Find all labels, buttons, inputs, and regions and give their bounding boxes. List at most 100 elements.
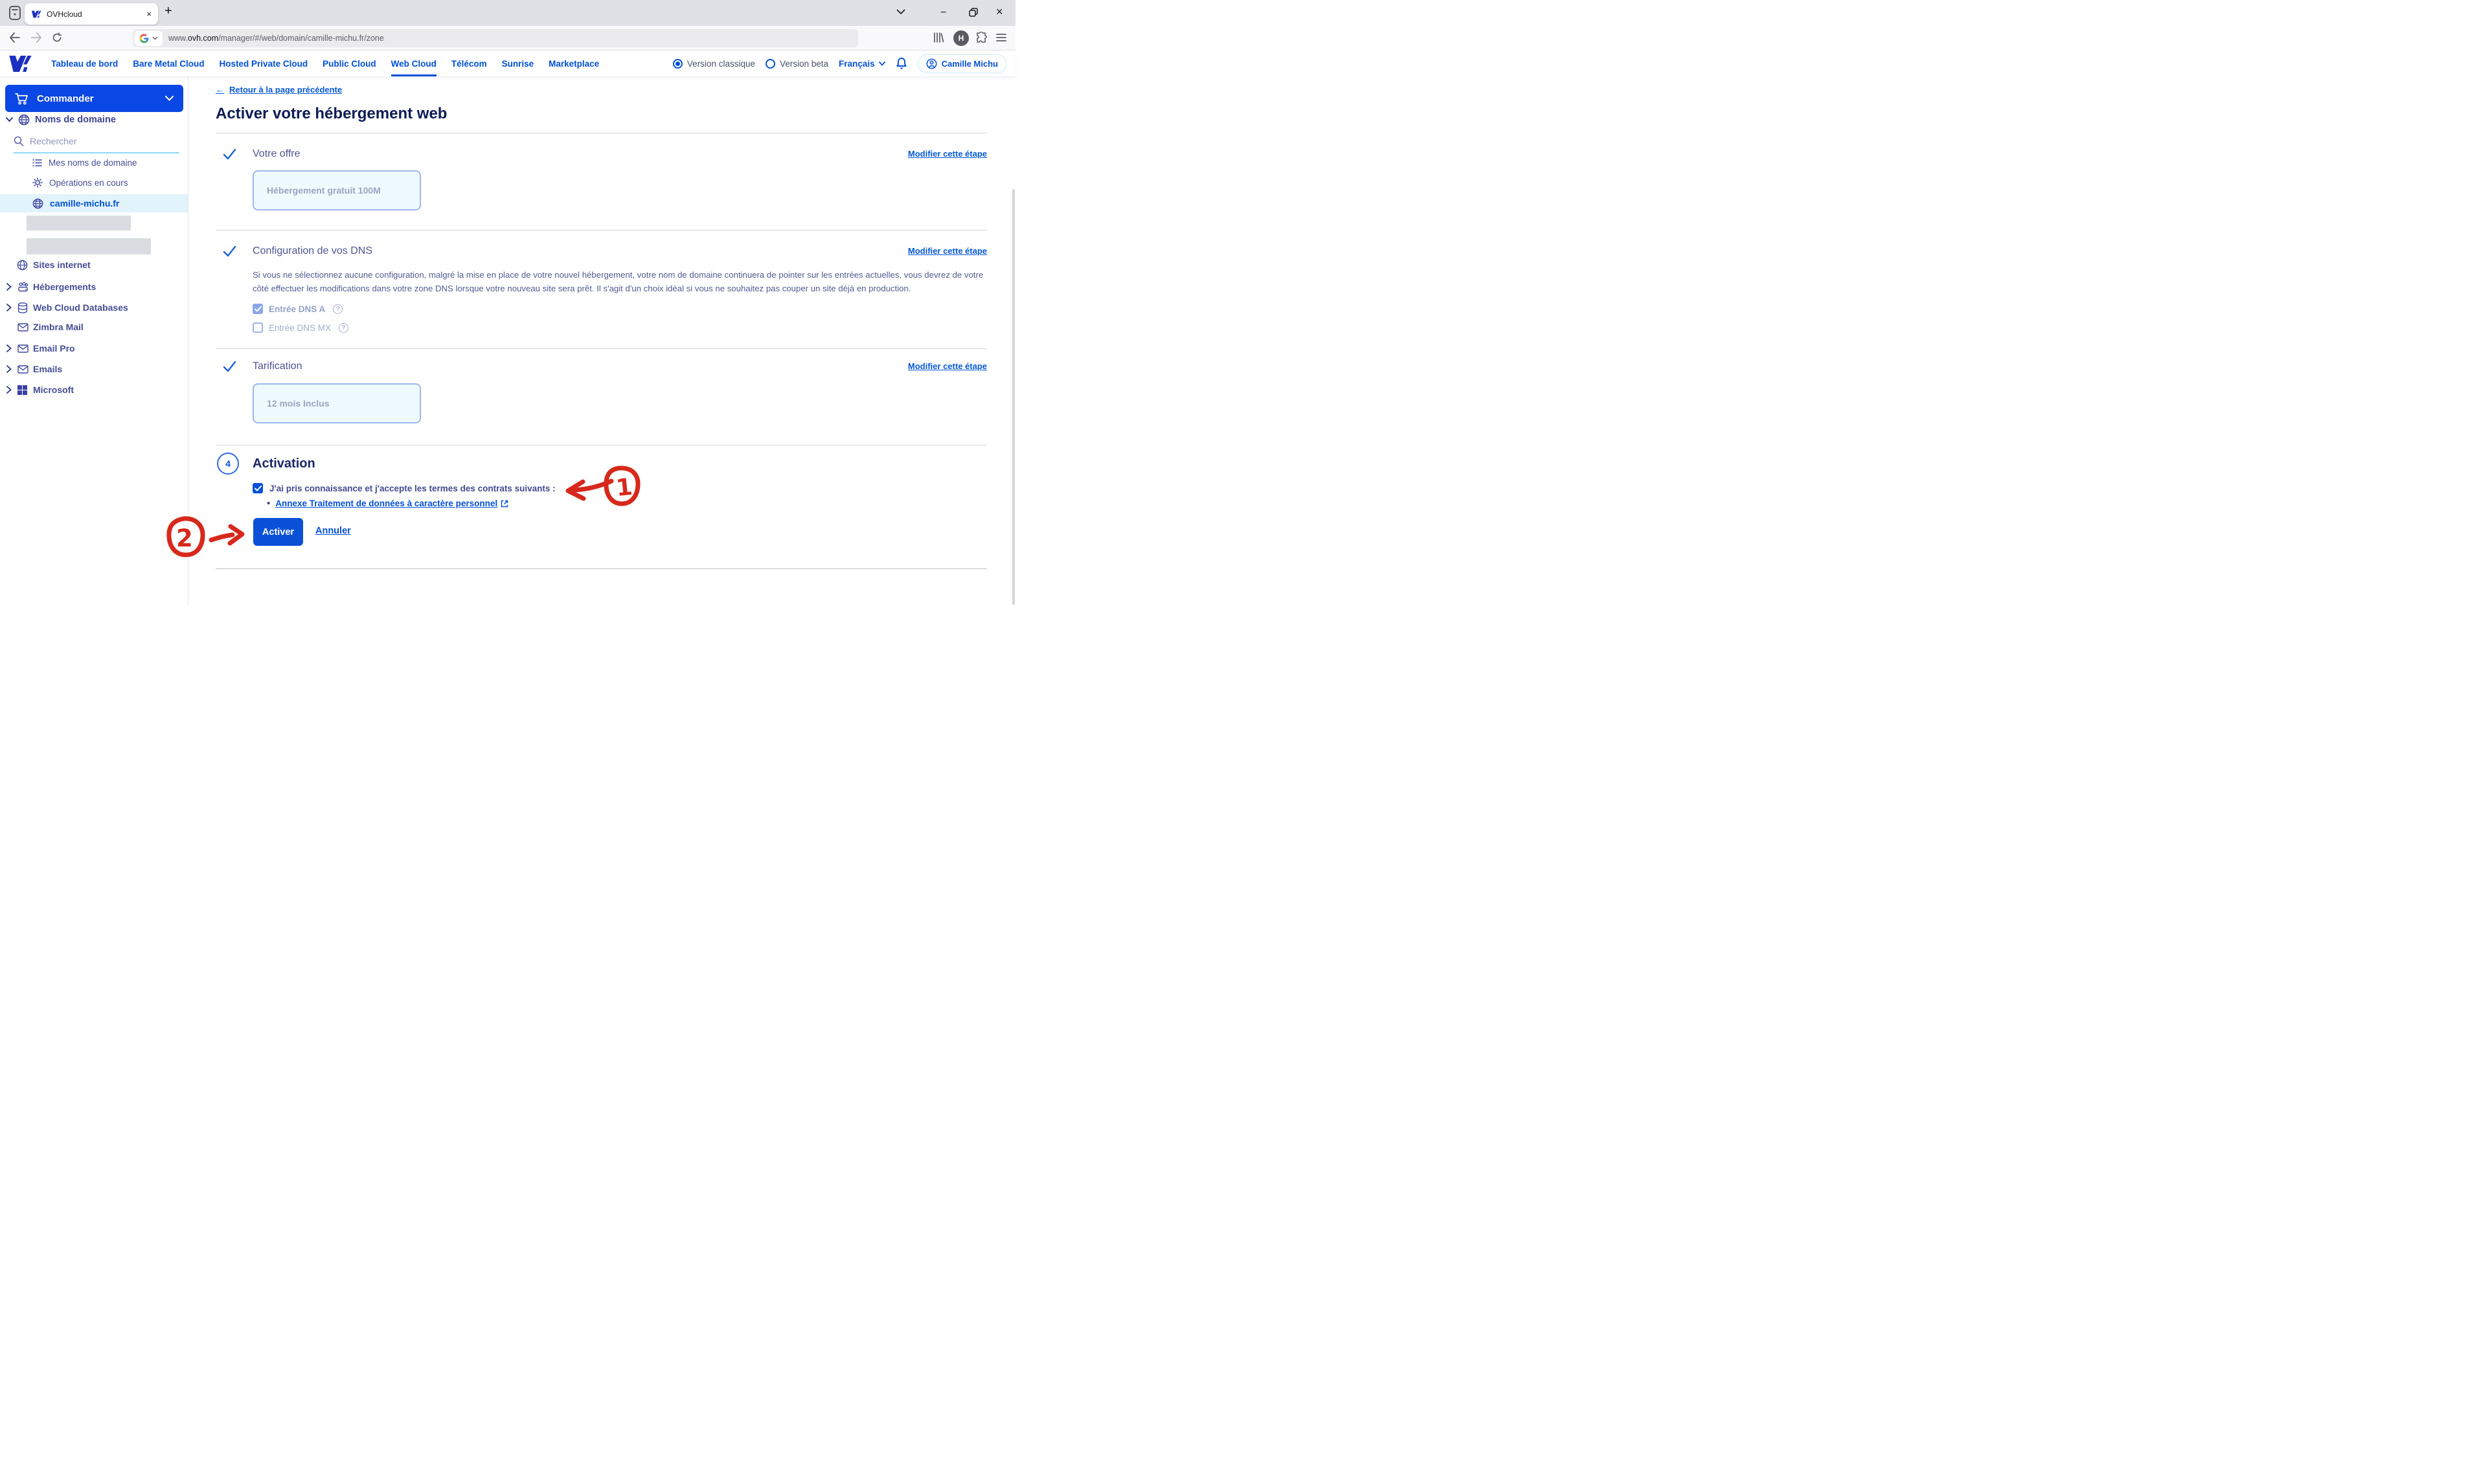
sidebar-item-emails[interactable]: Emails: [0, 363, 188, 375]
url-bar[interactable]: www.ovh.com/manager/#/web/domain/camille…: [133, 29, 858, 47]
envelope-icon: [17, 365, 28, 374]
dns-mx-checkbox-row[interactable]: Entrée DNS MX ?: [253, 322, 348, 333]
sidebar-item-operations[interactable]: Opérations en cours: [32, 177, 128, 188]
notifications-bell-icon[interactable]: [896, 57, 907, 70]
app-body: Commander Noms de domaine Mes noms de do…: [0, 76, 1016, 606]
chevron-right-icon: [6, 283, 12, 291]
search-icon: [14, 136, 24, 146]
dns-a-checkbox-row[interactable]: Entrée DNS A ?: [253, 304, 343, 314]
globe-icon: [18, 114, 30, 126]
checkbox-checked-disabled[interactable]: [253, 304, 263, 314]
nav-public-cloud[interactable]: Public Cloud: [323, 51, 376, 76]
chevron-down-icon: [165, 96, 174, 101]
redacted-item: [27, 238, 151, 254]
sidebar-item-microsoft[interactable]: Microsoft: [0, 384, 188, 396]
nav-tableau-de-bord[interactable]: Tableau de bord: [51, 51, 118, 76]
reload-icon[interactable]: [52, 32, 62, 43]
cancel-button[interactable]: Annuler: [315, 526, 351, 536]
nav-marketplace[interactable]: Marketplace: [549, 51, 599, 76]
nav-web-cloud[interactable]: Web Cloud: [391, 51, 437, 76]
radio-selected-icon: [673, 59, 683, 69]
cart-icon: [15, 93, 28, 105]
sidebar-item-email-pro[interactable]: Email Pro: [0, 343, 188, 354]
forward-icon[interactable]: [31, 32, 42, 43]
version-beta-option[interactable]: Version beta: [766, 59, 828, 69]
back-to-previous-link[interactable]: ← Retour à la page précédente: [216, 85, 342, 95]
back-icon[interactable]: [9, 32, 20, 43]
bullet-icon: •: [267, 498, 270, 509]
ovh-header: Tableau de bord Bare Metal Cloud Hosted …: [0, 51, 1016, 76]
chevron-down-icon: [6, 117, 13, 122]
sidebar-item-zimbra-mail[interactable]: Zimbra Mail: [0, 321, 188, 333]
activation-section-title: Activation: [253, 456, 315, 471]
language-selector[interactable]: Français: [839, 59, 885, 69]
help-icon[interactable]: ?: [339, 323, 348, 333]
sidebar-section-domains[interactable]: Noms de domaine: [6, 114, 116, 126]
url-text[interactable]: www.ovh.com/manager/#/web/domain/camille…: [168, 34, 384, 43]
sidebar-item-camille-michu[interactable]: camille-michu.fr: [0, 194, 188, 212]
user-account-pill[interactable]: Camille Michu: [918, 54, 1006, 73]
modify-dns-link[interactable]: Modifier cette étape: [908, 246, 987, 256]
main-content: ← Retour à la page précédente Activer vo…: [188, 76, 1016, 606]
tab-close-icon[interactable]: ×: [146, 9, 152, 19]
tab-list-chevron-icon[interactable]: [896, 9, 905, 15]
globe-icon: [32, 198, 43, 209]
sidebar-item-hebergements[interactable]: Hébergements: [0, 281, 188, 293]
nav-bare-metal-cloud[interactable]: Bare Metal Cloud: [133, 51, 204, 76]
window-minimize-button[interactable]: −: [940, 7, 946, 19]
step-done-check-icon: [223, 148, 236, 161]
chevron-right-icon: [6, 344, 12, 352]
order-button[interactable]: Commander: [5, 85, 183, 112]
new-tab-button[interactable]: +: [165, 4, 172, 19]
browser-tab[interactable]: OVHcloud ×: [25, 3, 158, 25]
search-input[interactable]: [30, 136, 166, 146]
contract-annex-link[interactable]: Annexe Traitement de données à caractère…: [275, 499, 508, 508]
sidebar-item-sites-internet[interactable]: Sites internet: [0, 259, 188, 271]
radio-unselected-icon: [766, 59, 775, 69]
offer-section-title: Votre offre: [253, 148, 301, 160]
database-icon: [17, 302, 28, 313]
nav-hosted-private-cloud[interactable]: Hosted Private Cloud: [220, 51, 308, 76]
chevron-right-icon: [6, 365, 12, 373]
divider: [216, 348, 987, 349]
sidebar-item-my-domains[interactable]: Mes noms de domaine: [32, 158, 137, 168]
contract-list-item: • Annexe Traitement de données à caractè…: [267, 498, 508, 509]
step-done-check-icon: [223, 360, 236, 373]
step-done-check-icon: [223, 245, 236, 258]
activate-button[interactable]: Activer: [253, 518, 303, 546]
screenshot-root: { "browser": { "tab_title": "OVHcloud", …: [0, 0, 1016, 606]
page-scrollbar[interactable]: [1012, 189, 1015, 605]
dns-description: Si vous ne sélectionnez aucune configura…: [253, 268, 987, 295]
ovhcloud-logo[interactable]: [6, 55, 34, 73]
menu-hamburger-icon[interactable]: [996, 33, 1006, 42]
user-icon: [926, 58, 937, 69]
sidebar-item-web-cloud-databases[interactable]: Web Cloud Databases: [0, 302, 188, 313]
consent-checkbox-row[interactable]: J'ai pris connaissance et j'accepte les …: [253, 483, 556, 493]
checkbox-checked[interactable]: [253, 483, 263, 493]
window-restore-button[interactable]: [969, 8, 978, 17]
checkbox-unchecked[interactable]: [253, 322, 263, 333]
extensions-puzzle-icon[interactable]: [975, 32, 987, 43]
chevron-right-icon: [6, 304, 12, 311]
gear-icon: [32, 177, 43, 188]
browser-titlebar: OVHcloud × + − ×: [0, 0, 1016, 26]
redacted-item: [27, 216, 131, 230]
nav-telecom[interactable]: Télécom: [451, 51, 487, 76]
envelope-icon: [17, 323, 28, 332]
envelope-icon: [17, 344, 28, 353]
users-server-icon: [17, 282, 29, 292]
firefox-view-icon[interactable]: [8, 5, 22, 21]
modify-pricing-link[interactable]: Modifier cette étape: [908, 361, 987, 371]
search-engine-chip[interactable]: [135, 31, 163, 46]
window-close-button[interactable]: ×: [996, 5, 1003, 19]
library-icon[interactable]: [933, 32, 944, 43]
pricing-section-title: Tarification: [253, 361, 302, 372]
nav-sunrise[interactable]: Sunrise: [502, 51, 534, 76]
google-icon: [139, 34, 149, 43]
dns-section-title: Configuration de vos DNS: [253, 245, 372, 257]
version-classic-option[interactable]: Version classique: [673, 59, 755, 69]
help-icon[interactable]: ?: [333, 304, 343, 314]
modify-offer-link[interactable]: Modifier cette étape: [908, 149, 987, 159]
step-number-badge: 4: [217, 453, 239, 475]
account-avatar[interactable]: H: [953, 30, 969, 46]
